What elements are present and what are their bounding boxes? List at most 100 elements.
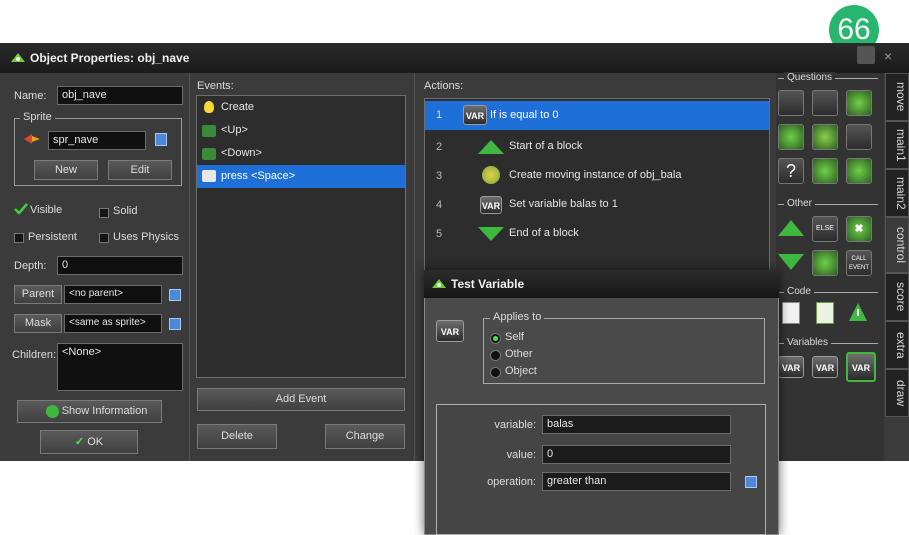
new-sprite-button[interactable]: New — [34, 160, 98, 180]
solid-checkbox[interactable] — [99, 208, 109, 218]
action-row[interactable]: 4 VAR Set variable balas to 1 — [425, 190, 769, 219]
object-radio[interactable] — [490, 367, 501, 378]
parent-field[interactable]: <no parent> — [64, 285, 162, 304]
action-number: 1 — [435, 109, 443, 121]
action-row[interactable]: 3 Create moving instance of obj_bala — [425, 161, 769, 190]
gamemaker-logo-icon — [432, 279, 446, 288]
action-row[interactable]: 2 Start of a block — [425, 132, 769, 161]
operation-select[interactable]: greater than — [542, 472, 731, 491]
change-event-button[interactable]: Change — [325, 424, 405, 449]
other-label: Other — [784, 198, 816, 209]
value-field[interactable]: 0 — [542, 445, 731, 464]
persistent-checkbox[interactable] — [14, 233, 24, 243]
tab-extra[interactable]: extra — [885, 321, 909, 369]
self-radio[interactable] — [490, 333, 501, 344]
set-variable-icon[interactable]: VAR — [778, 356, 804, 378]
test-chance-icon[interactable] — [812, 124, 838, 150]
events-list[interactable]: Create <Up> <Down> press <Space> — [196, 95, 406, 378]
check-question-icon[interactable] — [846, 124, 872, 150]
tab-score[interactable]: score — [885, 273, 909, 321]
test-question-icon[interactable]: ? — [778, 158, 804, 184]
show-information-button[interactable]: Show Information — [17, 400, 162, 423]
ok-button[interactable]: ✓ OK — [40, 430, 138, 454]
check-grid-icon[interactable] — [846, 158, 872, 184]
event-label: Create — [221, 101, 255, 113]
tab-main2[interactable]: main2 — [885, 169, 909, 217]
visible-label: Visible — [30, 204, 63, 216]
action-label: Start of a block — [509, 140, 583, 152]
else-icon[interactable]: ELSE — [812, 216, 838, 242]
sprite-field[interactable]: spr_nave — [48, 131, 146, 150]
code-label: Code — [784, 286, 814, 297]
tab-move[interactable]: move — [885, 73, 909, 121]
event-item-press-space[interactable]: press <Space> — [197, 165, 405, 188]
action-number: 5 — [435, 228, 443, 240]
mask-button[interactable]: Mask — [14, 314, 62, 333]
event-label: <Down> — [221, 147, 262, 159]
var-icon: VAR — [480, 196, 502, 214]
keyboard-icon — [202, 125, 216, 137]
event-item-create[interactable]: Create — [197, 96, 405, 119]
check-mouse-icon[interactable] — [812, 158, 838, 184]
applies-to-label: Applies to — [490, 311, 545, 323]
delete-event-button[interactable]: Delete — [197, 424, 277, 449]
execute-code-icon[interactable] — [782, 302, 800, 324]
event-item-down[interactable]: <Down> — [197, 142, 405, 165]
operation-menu-icon[interactable] — [745, 476, 757, 488]
action-label: If is equal to 0 — [490, 109, 559, 121]
questions-label: Questions — [784, 72, 836, 83]
children-list[interactable]: <None> — [57, 343, 183, 391]
test-variable-icon[interactable]: VAR — [846, 352, 876, 382]
action-number: 4 — [435, 199, 443, 211]
action-number: 2 — [435, 141, 443, 153]
check-object-icon[interactable] — [846, 90, 872, 116]
start-block-icon[interactable] — [778, 220, 804, 236]
sprite-menu-icon[interactable] — [155, 133, 167, 146]
tab-main1[interactable]: main1 — [885, 121, 909, 169]
action-row[interactable]: 1 VAR If is equal to 0 — [425, 101, 769, 130]
add-event-button[interactable]: Add Event — [197, 388, 405, 411]
visible-checkbox[interactable] — [14, 203, 28, 215]
call-event-icon[interactable]: CALL EVENT — [846, 250, 872, 276]
var-icon: VAR — [436, 320, 464, 342]
parent-button[interactable]: Parent — [14, 285, 62, 304]
name-label: Name: — [14, 90, 47, 102]
comment-icon[interactable] — [848, 302, 868, 322]
mask-menu-icon[interactable] — [169, 318, 181, 330]
depth-label: Depth: — [14, 260, 47, 272]
window-title: Object Properties: obj_nave — [30, 51, 190, 65]
test-instance-count-icon[interactable] — [778, 124, 804, 150]
other-radio[interactable] — [490, 350, 501, 361]
event-item-up[interactable]: <Up> — [197, 119, 405, 142]
checkmark-icon: ✓ — [74, 436, 85, 448]
action-row[interactable]: 5 End of a block — [425, 219, 769, 248]
sprite-group-label: Sprite — [20, 111, 55, 123]
check-empty-icon[interactable] — [778, 90, 804, 116]
ok-label: OK — [87, 436, 104, 448]
triangle-down-icon — [478, 227, 504, 241]
key-press-icon — [202, 170, 216, 182]
maximize-button[interactable] — [857, 46, 875, 64]
end-block-icon[interactable] — [778, 254, 804, 270]
actions-label: Actions: — [424, 80, 464, 92]
variable-field[interactable]: balas — [542, 415, 731, 434]
exit-event-icon[interactable]: ✖ — [846, 216, 872, 242]
tab-draw[interactable]: draw — [885, 369, 909, 417]
tab-control[interactable]: control — [885, 217, 909, 273]
mask-field[interactable]: <same as sprite> — [64, 314, 162, 333]
info-icon — [45, 404, 59, 418]
draw-variable-icon[interactable]: VAR — [812, 356, 838, 378]
create-instance-icon — [482, 166, 500, 184]
repeat-icon[interactable] — [812, 250, 838, 276]
name-field[interactable]: obj_nave — [57, 86, 183, 105]
depth-field[interactable]: 0 — [57, 256, 183, 275]
sprite-preview-icon — [24, 134, 40, 144]
parent-menu-icon[interactable] — [169, 289, 181, 301]
edit-sprite-button[interactable]: Edit — [108, 160, 172, 180]
uses-physics-checkbox[interactable] — [99, 233, 109, 243]
check-collision-icon[interactable] — [812, 90, 838, 116]
event-label: press <Space> — [221, 170, 295, 182]
execute-script-icon[interactable] — [816, 302, 834, 324]
variable-label: variable: — [494, 419, 536, 431]
close-button[interactable]: × — [884, 48, 892, 64]
